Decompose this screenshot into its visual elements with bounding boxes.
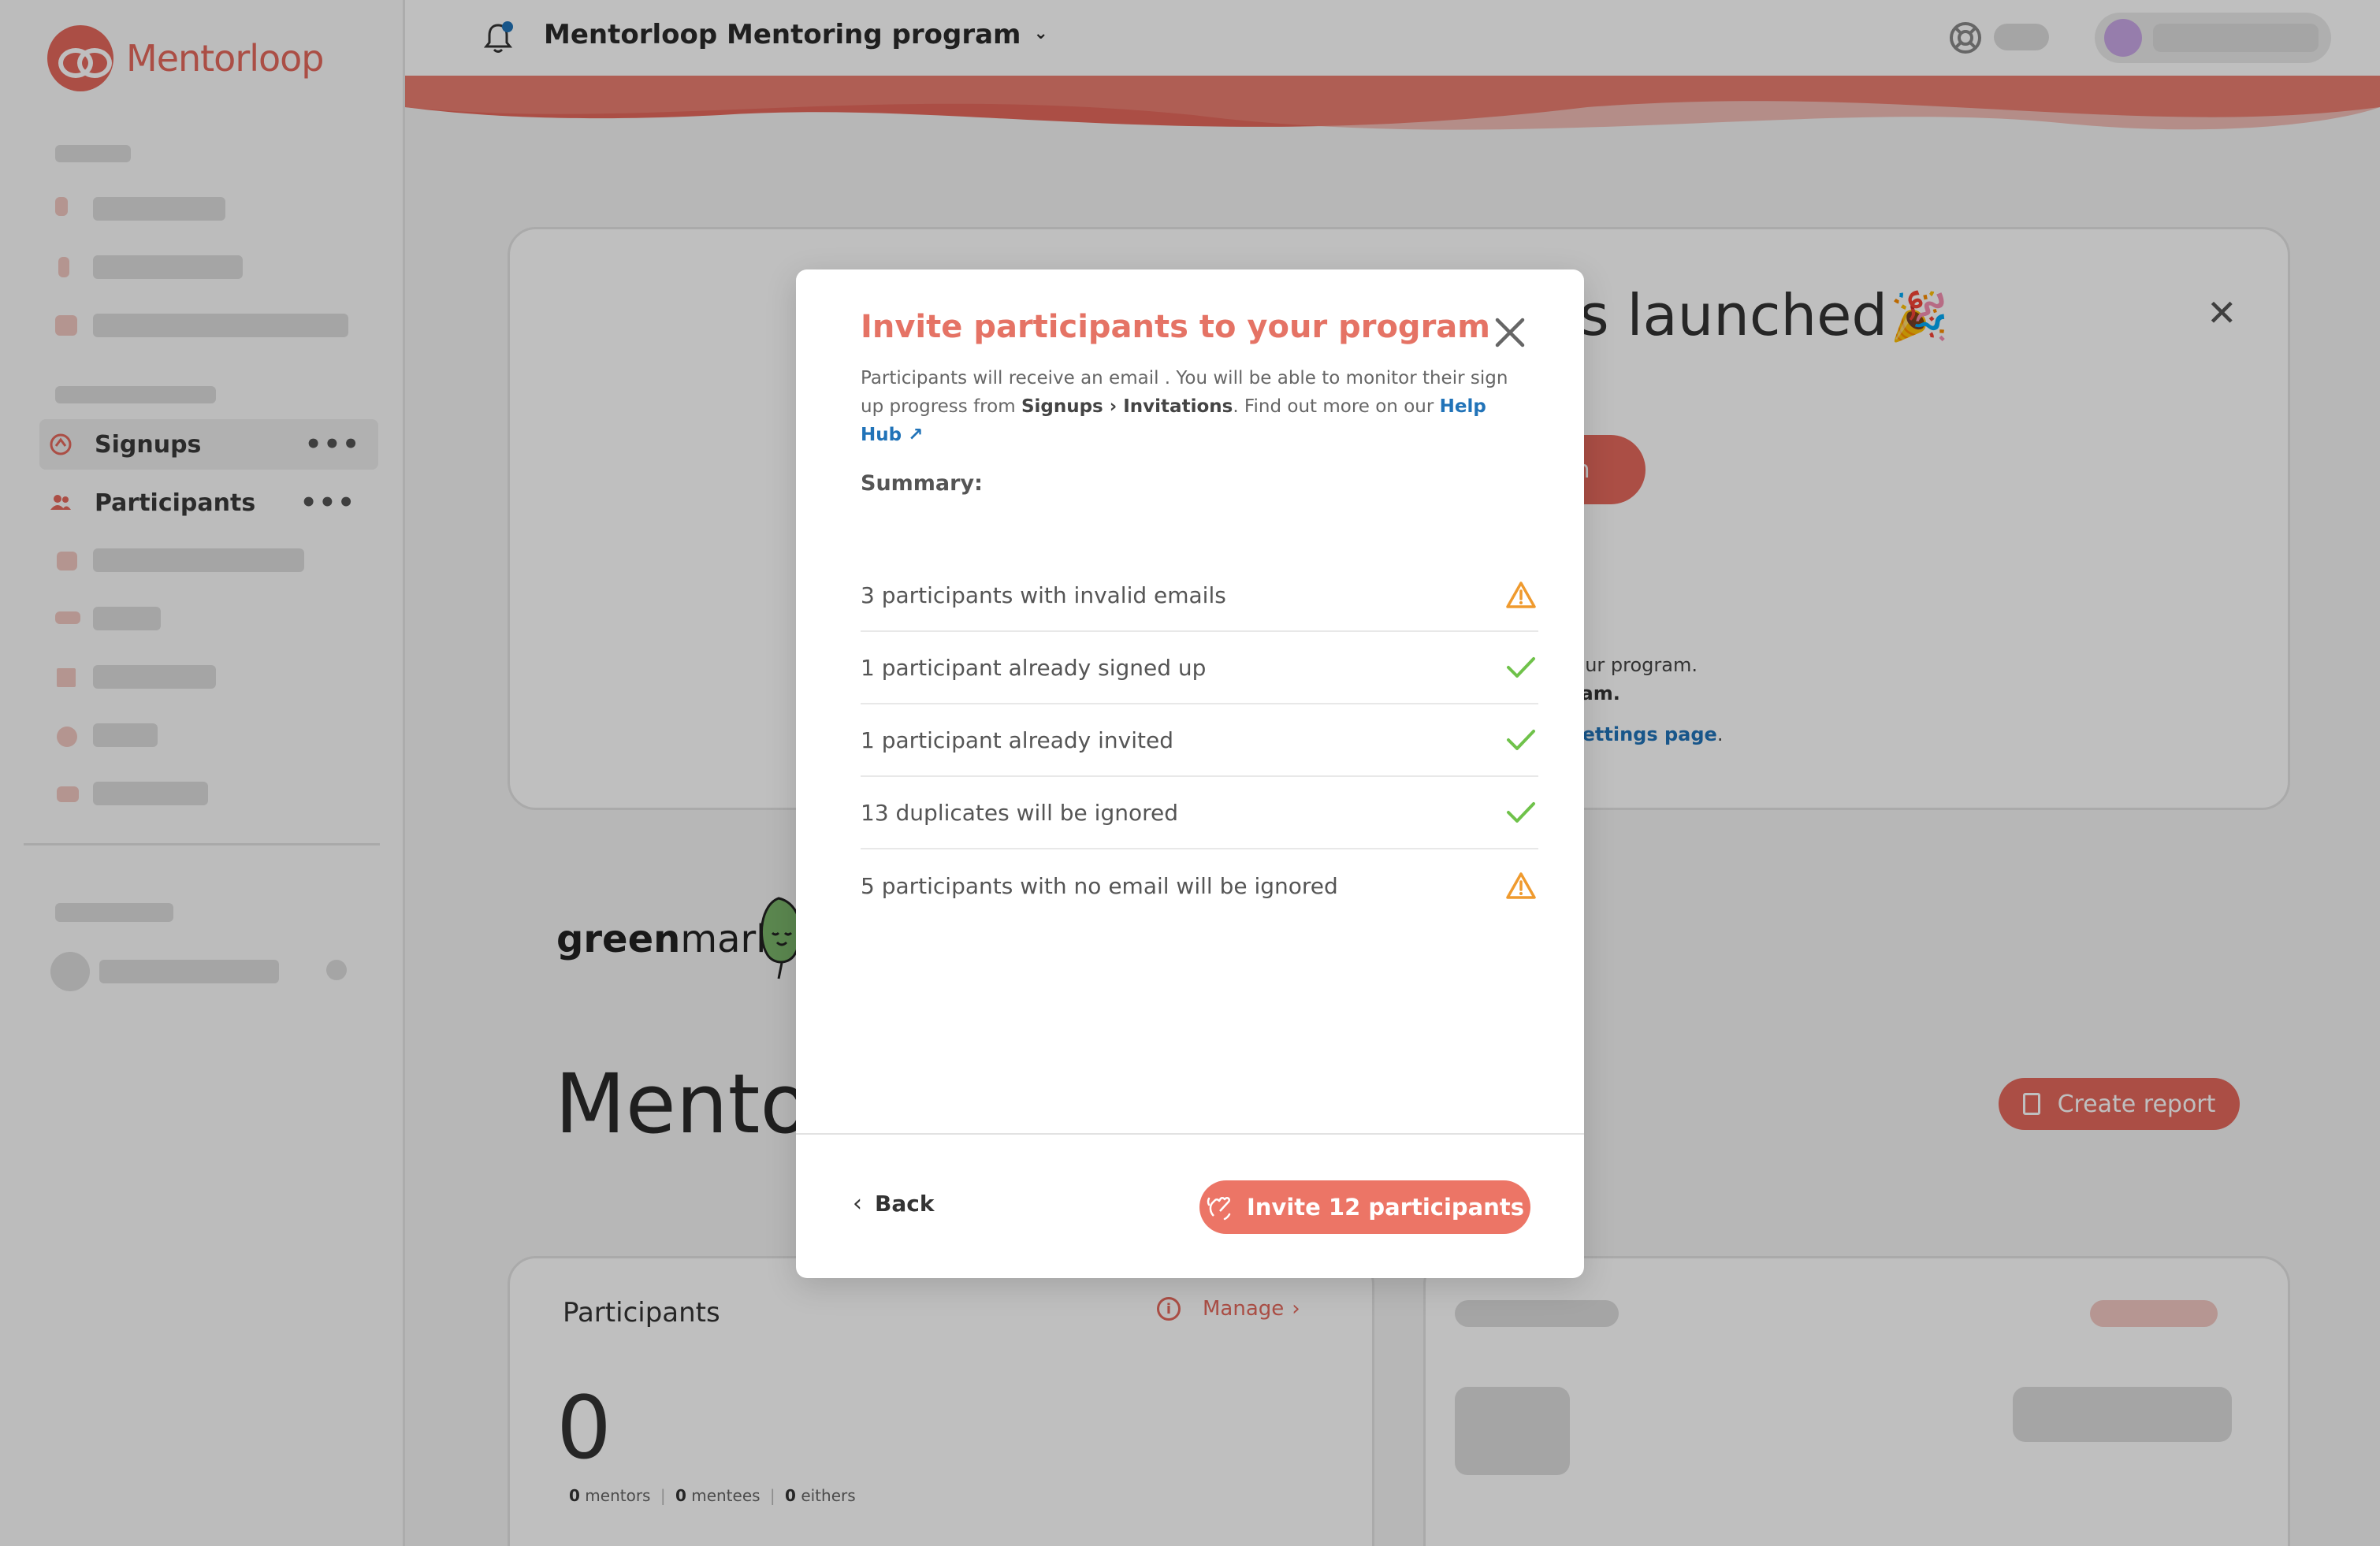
waving-hand-icon [1207, 1197, 1231, 1221]
chevron-left-icon: ‹ [853, 1190, 862, 1217]
summary-row-text: 5 participants with no email will be ign… [861, 872, 1338, 899]
summary-row-text: 13 duplicates will be ignored [861, 799, 1178, 826]
desc-path: Signups › Invitations [1021, 396, 1233, 417]
summary-row: 3 participants with invalid emails [861, 559, 1538, 632]
checkmark-icon [1504, 650, 1538, 685]
warning-icon [1504, 578, 1538, 612]
checkmark-icon [1504, 795, 1538, 830]
summary-row-text: 1 participant already signed up [861, 654, 1207, 681]
invite-participants-button[interactable]: Invite 12 participants [1199, 1180, 1530, 1234]
modal-footer-divider [796, 1133, 1584, 1135]
warning-icon [1504, 868, 1538, 903]
invite-participants-modal: Invite participants to your program Part… [796, 269, 1584, 1278]
back-button[interactable]: ‹ Back [853, 1190, 934, 1217]
summary-row: 13 duplicates will be ignored [861, 777, 1538, 849]
summary-row-text: 1 participant already invited [861, 727, 1173, 753]
close-icon[interactable] [1488, 310, 1532, 355]
invite-button-label: Invite 12 participants [1246, 1194, 1525, 1221]
summary-row: 1 participant already signed up [861, 632, 1538, 704]
summary-label: Summary: [861, 471, 983, 496]
modal-title: Invite participants to your program [861, 309, 1490, 345]
desc-text: . Find out more on our [1233, 396, 1440, 417]
summary-row-text: 3 participants with invalid emails [861, 582, 1226, 608]
modal-description: Participants will receive an email . You… [861, 364, 1523, 449]
back-label: Back [875, 1191, 935, 1217]
summary-list: 3 participants with invalid emails 1 par… [861, 559, 1538, 922]
checkmark-icon [1504, 723, 1538, 757]
summary-row: 5 participants with no email will be ign… [861, 849, 1538, 922]
summary-row: 1 participant already invited [861, 704, 1538, 777]
